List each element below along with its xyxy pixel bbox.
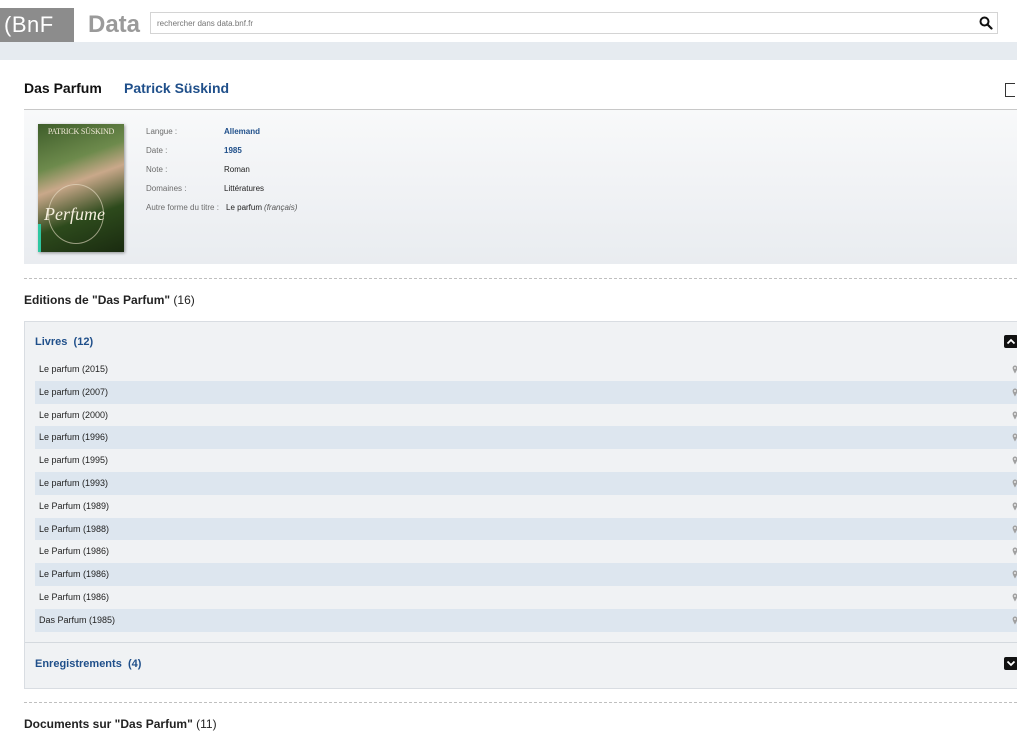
edition-link[interactable]: Le parfum (2015) — [39, 364, 108, 374]
bnf-logo[interactable]: (BnF — [0, 8, 74, 42]
edition-row[interactable]: Le Parfum (1986) — [35, 563, 1017, 586]
author-link[interactable]: Patrick Süskind — [124, 80, 229, 96]
site-header: (BnF Data — [0, 0, 1017, 42]
location-pin-icon[interactable] — [1012, 547, 1017, 556]
work-title: Das Parfum — [24, 80, 102, 96]
edition-row[interactable]: Le parfum (2000) — [35, 403, 1017, 427]
section-divider — [24, 278, 1017, 279]
edition-row[interactable]: Le Parfum (1989) — [35, 494, 1017, 518]
books-edition-list: Le parfum (2015) Le parfum (2007) Le par… — [35, 358, 1017, 632]
edition-link[interactable]: Le parfum (2000) — [39, 410, 108, 420]
expand-recordings-button[interactable] — [1004, 657, 1017, 670]
language-link[interactable]: Allemand — [224, 126, 260, 138]
meta-value: Littératures — [224, 184, 265, 193]
location-pin-icon[interactable] — [1012, 479, 1017, 488]
edition-row[interactable]: Le Parfum (1986) — [35, 540, 1017, 564]
header-band — [0, 42, 1017, 60]
books-count: (12) — [73, 336, 94, 348]
location-pin-icon[interactable] — [1012, 616, 1017, 625]
edition-row[interactable]: Le parfum (1996) — [35, 426, 1017, 450]
data-logo[interactable]: Data — [88, 8, 140, 42]
book-cover-image[interactable]: PATRICK SÜSKIND Perfume — [38, 124, 124, 252]
meta-label: Note : — [146, 165, 168, 174]
documents-heading-title: Documents sur "Das Parfum" — [24, 717, 193, 731]
recordings-label: Enregistrements — [35, 658, 122, 670]
edition-link[interactable]: Le Parfum (1989) — [39, 501, 109, 511]
location-pin-icon[interactable] — [1012, 570, 1017, 579]
alt-title-text: Le parfum — [226, 203, 263, 212]
section-divider — [24, 702, 1017, 703]
location-pin-icon[interactable] — [1012, 525, 1017, 534]
edition-row[interactable]: Le parfum (1993) — [35, 471, 1017, 495]
location-pin-icon[interactable] — [1012, 411, 1017, 420]
cover-author-text: PATRICK SÜSKIND — [47, 127, 115, 136]
edition-link[interactable]: Le Parfum (1986) — [39, 569, 109, 579]
books-accordion-header[interactable]: Livres (12) — [25, 322, 1017, 362]
location-pin-icon[interactable] — [1012, 365, 1017, 374]
search-icon[interactable] — [979, 16, 993, 30]
editions-accordion: Livres (12) Le parfum (2015) Le parfum (… — [24, 321, 1017, 689]
work-title-row: Das Parfum Patrick Süskind — [24, 80, 1017, 110]
books-accordion-title[interactable]: Livres (12) — [35, 336, 93, 348]
search-input[interactable] — [151, 13, 971, 33]
location-pin-icon[interactable] — [1012, 456, 1017, 465]
editions-heading: Editions de "Das Parfum" (16) — [24, 293, 195, 307]
editions-heading-count: (16) — [173, 293, 195, 307]
location-pin-icon[interactable] — [1012, 593, 1017, 602]
edition-link[interactable]: Le parfum (1996) — [39, 432, 108, 442]
recordings-count: (4) — [127, 658, 142, 670]
chevron-up-icon — [1006, 338, 1016, 345]
work-notice: PATRICK SÜSKIND Perfume Langue : Alleman… — [24, 110, 1017, 264]
export-icon[interactable] — [1005, 83, 1015, 97]
edition-row[interactable]: Le Parfum (1986) — [35, 585, 1017, 609]
edition-link[interactable]: Le parfum (1995) — [39, 455, 108, 465]
alt-title-language: (français) — [264, 203, 298, 212]
edition-link[interactable]: Das Parfum (1985) — [39, 615, 115, 625]
edition-row[interactable]: Le Parfum (1988) — [35, 517, 1017, 541]
documents-heading-count: (11) — [196, 717, 217, 731]
recordings-accordion-title[interactable]: Enregistrements (4) — [35, 658, 141, 670]
alt-title-value: Le parfum (français) — [226, 202, 297, 214]
edition-link[interactable]: Le parfum (1993) — [39, 478, 108, 488]
edition-row[interactable]: Le parfum (2015) — [35, 358, 1017, 381]
documents-heading: Documents sur "Das Parfum" (11) — [24, 717, 217, 731]
date-link[interactable]: 1985 — [224, 145, 242, 157]
cover-stripe — [38, 224, 41, 252]
cover-title-text: Perfume — [44, 204, 105, 224]
recordings-accordion-header[interactable]: Enregistrements (4) — [25, 644, 1017, 684]
edition-link[interactable]: Le Parfum (1988) — [39, 524, 109, 534]
edition-row[interactable]: Le parfum (2007) — [35, 380, 1017, 404]
meta-label: Autre forme du titre : — [146, 203, 219, 212]
collapse-books-button[interactable] — [1004, 335, 1017, 348]
edition-row[interactable]: Le parfum (1995) — [35, 449, 1017, 472]
location-pin-icon[interactable] — [1012, 502, 1017, 511]
chevron-down-icon — [1006, 660, 1016, 667]
search-box — [150, 12, 998, 34]
edition-link[interactable]: Le Parfum (1986) — [39, 546, 109, 556]
meta-label: Date : — [146, 146, 168, 155]
books-label: Livres — [35, 336, 68, 348]
accordion-divider — [25, 642, 1017, 643]
meta-label: Langue : — [146, 127, 178, 136]
edition-link[interactable]: Le parfum (2007) — [39, 387, 108, 397]
location-pin-icon[interactable] — [1012, 388, 1017, 397]
edition-link[interactable]: Le Parfum (1986) — [39, 592, 109, 602]
editions-heading-title: Editions de "Das Parfum" — [24, 293, 171, 307]
meta-label: Domaines : — [146, 184, 187, 193]
location-pin-icon[interactable] — [1012, 433, 1017, 442]
edition-row[interactable]: Das Parfum (1985) — [35, 608, 1017, 632]
meta-value: Roman — [224, 165, 250, 174]
